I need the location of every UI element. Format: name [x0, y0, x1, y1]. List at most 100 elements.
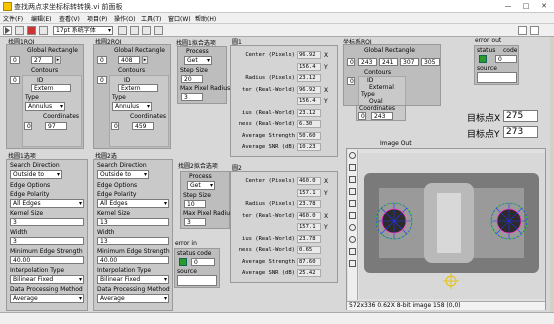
image-display[interactable]: 572x336 0.62X 8-bit image 158 (0,0) — [346, 148, 546, 310]
fig2-row-label: Average SNR (dB) — [242, 270, 295, 276]
edge2-dpm-select[interactable]: Average — [97, 294, 169, 303]
roi1-coords-value[interactable]: 97 — [45, 122, 67, 130]
error-in-source[interactable] — [177, 275, 217, 286]
menu-project[interactable]: 项目(P) — [87, 14, 107, 23]
roi1-contours-index[interactable]: 0 — [10, 76, 20, 84]
target-y-label: 目标点Y — [467, 130, 500, 140]
fig1-row-value: 96.92 — [297, 51, 321, 59]
roi1-contours-label: Contours — [31, 67, 59, 74]
edge1-dpm-select[interactable]: Average — [10, 294, 84, 303]
roi2-coords-index[interactable]: 0 — [111, 122, 119, 130]
edge2-width-field[interactable]: 13 — [97, 237, 169, 245]
circle1-radius-label: Max Pixel Radius — [180, 85, 231, 92]
cs-coords-value[interactable]: 243 — [371, 112, 393, 120]
cs-global-top[interactable]: 241 — [379, 58, 398, 66]
fig1-row-value: 96.92 — [297, 85, 321, 94]
cs-global-right[interactable]: 307 — [400, 58, 419, 66]
font-select[interactable]: 17pt 系统字体 — [53, 26, 113, 35]
circle2-radius-field[interactable]: 3 — [184, 218, 206, 226]
polygon-icon[interactable] — [349, 248, 356, 255]
maximize-button[interactable]: □ — [518, 1, 534, 11]
align-icon[interactable] — [118, 26, 127, 35]
edge2-polarity-select[interactable]: All Edges — [97, 199, 169, 208]
menu-help[interactable]: 帮助(H) — [195, 14, 216, 23]
run-arrow-icon[interactable] — [3, 26, 12, 35]
circle1-radius-field[interactable]: 3 — [181, 93, 203, 101]
circle2-cluster: Process Get Step Size 10 Max Pixel Radiu… — [180, 171, 233, 229]
rotated-rect-icon[interactable] — [349, 212, 356, 219]
error-out-cluster: status code 0 source — [474, 45, 519, 85]
menu-view[interactable]: 查看(V) — [59, 14, 80, 23]
status-check-icon[interactable] — [179, 258, 187, 266]
fig1-row-label: ius (Real-World) — [242, 109, 295, 116]
roi2-global-value[interactable]: 408 — [118, 56, 140, 64]
fig1-row-value: 156.4 — [297, 62, 321, 71]
menu-edit[interactable]: 编辑(E) — [31, 14, 51, 23]
roi2-type-select[interactable]: Annulus — [112, 102, 152, 111]
roi1-id-field[interactable]: Extern — [31, 84, 71, 92]
roi2-coords-value[interactable]: 459 — [132, 122, 154, 130]
abort-icon[interactable] — [27, 26, 36, 35]
point-icon[interactable] — [349, 176, 356, 183]
fig2-results: Center (Pixels) 460.0 X 157.1 Y Radius (Pixel… — [230, 171, 338, 283]
circle1-step-field[interactable]: 20 — [181, 75, 203, 83]
roi1-global-spin[interactable]: ▸ — [55, 56, 61, 64]
roi1-type-select[interactable]: Annulus — [25, 102, 65, 111]
circle2-step-field[interactable]: 10 — [184, 200, 206, 208]
reorder-icon[interactable] — [154, 26, 163, 35]
freehand-icon[interactable] — [349, 260, 356, 267]
resize-icon[interactable] — [142, 26, 151, 35]
edge1-search-select[interactable]: Outside to — [10, 170, 62, 179]
roi1-global-value[interactable]: 27 — [31, 56, 53, 64]
menu-window[interactable]: 窗口(W) — [168, 14, 191, 23]
cs-global-bottom[interactable]: 305 — [421, 58, 440, 66]
roi2-contours-index[interactable]: 0 — [97, 76, 107, 84]
fig1-row-value: 156.4 — [297, 97, 321, 105]
fig1-row-label: Radius (Pixels) — [245, 75, 295, 81]
cs-global-left[interactable]: 243 — [358, 58, 377, 66]
zoom-icon[interactable] — [349, 152, 356, 159]
roi1-global-index[interactable]: 0 — [10, 56, 20, 64]
menu-tools[interactable]: 工具(T) — [141, 14, 161, 23]
roi2-id-field[interactable]: Extern — [118, 84, 158, 92]
circle2-process-select[interactable]: Get — [187, 181, 215, 190]
edge1-kernel-field[interactable]: 3 — [10, 218, 84, 226]
roi2-global-spin[interactable]: ▸ — [142, 56, 148, 64]
edge2-interp-select[interactable]: Bilinear Fixed — [97, 275, 169, 284]
edge1-polarity-select[interactable]: All Edges — [10, 199, 84, 208]
annulus-icon[interactable] — [349, 236, 356, 243]
roi1-coords-index[interactable]: 0 — [24, 122, 32, 130]
image-canvas — [359, 153, 545, 299]
cs-contours-index[interactable]: 0 — [347, 77, 355, 85]
line-icon[interactable] — [349, 188, 356, 195]
edge1-interp-select[interactable]: Bilinear Fixed — [10, 275, 84, 284]
edge2-kernel-field[interactable]: 13 — [97, 218, 169, 226]
cs-coords-index[interactable]: 0 — [358, 112, 366, 120]
minimize-button[interactable]: — — [500, 1, 516, 11]
run-continuous-icon[interactable] — [15, 26, 24, 35]
cs-global-index[interactable]: 0 — [347, 58, 355, 66]
close-button[interactable]: ✕ — [536, 1, 552, 11]
fig2-row-value: 0.65 — [297, 246, 321, 254]
rectangle-icon[interactable] — [349, 200, 356, 207]
pan-icon[interactable] — [349, 164, 356, 171]
roi2-global-index[interactable]: 0 — [97, 56, 107, 64]
edge2-minstr-field[interactable]: 40.00 — [97, 256, 169, 264]
edge2-search-select[interactable]: Outside to — [97, 170, 149, 179]
help-icon[interactable] — [530, 26, 539, 35]
fig1-row-value: 50.60 — [297, 131, 321, 140]
error-out-status-label: status — [477, 47, 496, 54]
error-in-code[interactable]: 0 — [191, 258, 215, 266]
menu-file[interactable]: 文件(F) — [3, 14, 23, 23]
edge1-minstr-field[interactable]: 40.00 — [10, 256, 84, 264]
circle1-process-select[interactable]: Get — [184, 56, 212, 65]
pause-icon[interactable] — [39, 26, 48, 35]
menu-operate[interactable]: 操作(O) — [114, 14, 135, 23]
fig2-row-label: ius (Real-World) — [242, 235, 295, 242]
roi1-cluster: Global Rectangle 0 27 ▸ Contours 0 ID Ex… — [6, 44, 84, 149]
oval-icon[interactable] — [349, 224, 356, 231]
distribute-icon[interactable] — [130, 26, 139, 35]
edge1-width-field[interactable]: 3 — [10, 237, 84, 245]
edge1-cluster: Search Direction Outside to Edge Options… — [6, 159, 88, 311]
search-icon[interactable] — [518, 26, 527, 35]
